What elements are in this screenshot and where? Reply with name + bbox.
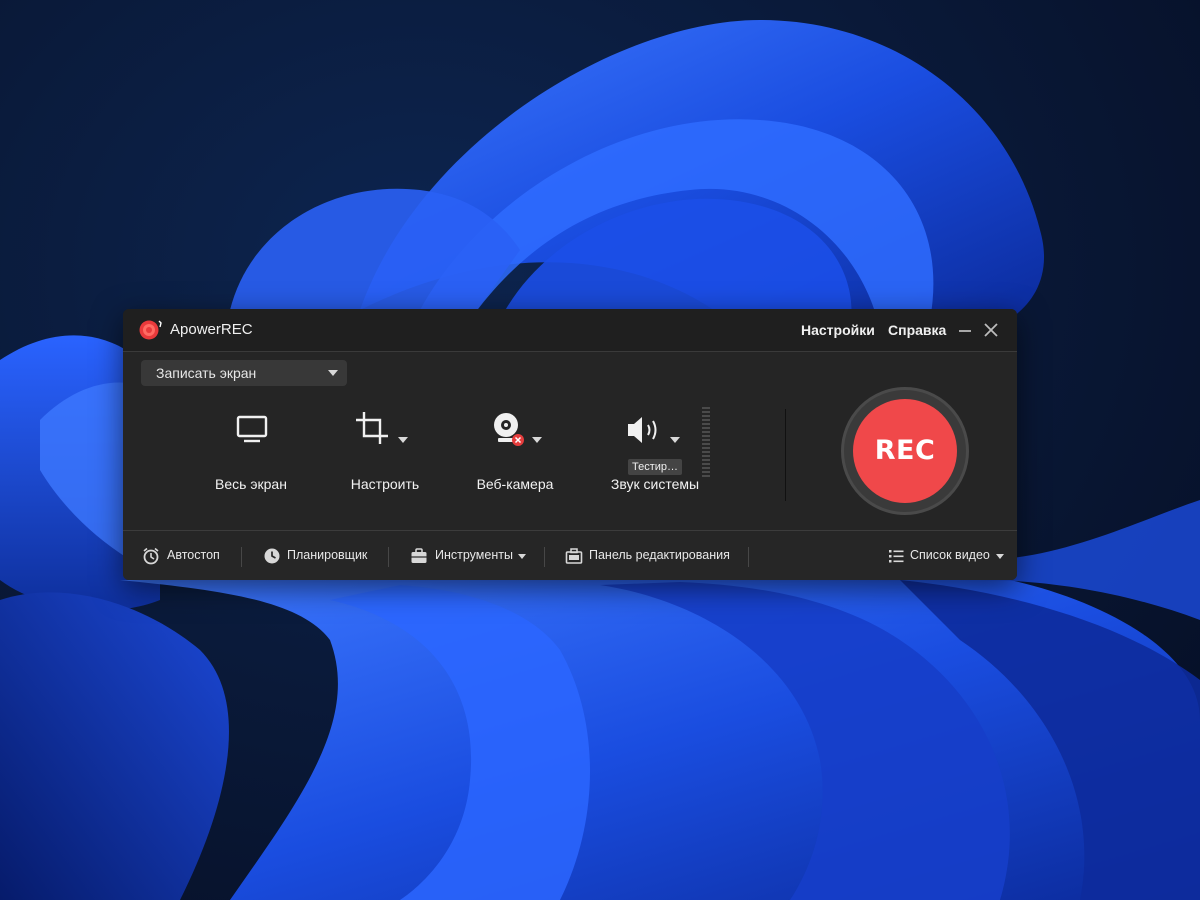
chevron-down-icon [996,554,1004,559]
settings-menu[interactable]: Настройки [801,322,875,338]
full-screen-button[interactable]: Весь экран [201,397,301,507]
scheduler-label: Планировщик [287,548,368,562]
webcam-dropdown-caret[interactable] [532,437,542,443]
app-title: ApowerREC [170,321,253,338]
help-menu[interactable]: Справка [888,322,946,338]
bottom-toolbar: Автостоп Планировщик Инструменты Панель … [123,530,1017,580]
edit-panel-label: Панель редактирования [589,548,730,562]
tools-label: Инструменты [435,548,513,562]
alarm-clock-icon [143,547,159,565]
webcam-label: Веб-камера [476,476,554,492]
full-screen-label: Весь экран [215,476,287,492]
chevron-down-icon [328,370,338,376]
record-mode-label: Записать экран [156,365,257,381]
list-icon [889,550,904,563]
autostop-button[interactable]: Автостоп [142,544,222,568]
record-mode-dropdown[interactable]: Записать экран [141,360,347,386]
scheduler-button[interactable]: Планировщик [263,544,368,568]
title-bar: ApowerREC Настройки Справка [123,309,1017,352]
crop-icon [356,412,388,444]
apowerrec-logo-icon [139,320,162,340]
minimize-icon[interactable] [954,319,976,341]
sound-dropdown-caret[interactable] [670,437,680,443]
monitor-icon [236,415,268,443]
autostop-label: Автостоп [167,548,220,562]
system-sound-button[interactable]: Звук системы [598,397,712,507]
webcam-icon [494,413,524,446]
audio-level-meter [702,407,710,477]
clock-icon [264,548,280,564]
sound-test-tooltip: Тестир… [628,459,683,475]
toolbar-separator [241,547,242,567]
toolbox-icon [411,548,427,563]
webcam-button[interactable]: Веб-камера [460,397,570,507]
apowerrec-window: ApowerREC Настройки Справка Записать экр… [123,309,1017,580]
toolbar-separator [748,547,749,567]
tools-menu[interactable]: Инструменты [410,544,528,568]
close-icon[interactable] [980,319,1002,341]
toolbar-separator [544,547,545,567]
speaker-icon [628,417,657,443]
rec-button-label: REC [853,399,957,503]
custom-dropdown-caret[interactable] [398,437,408,443]
custom-region-label: Настроить [350,476,420,492]
chevron-down-icon [518,554,526,559]
briefcase-icon [565,548,583,564]
system-sound-label: Звук системы [610,476,700,492]
custom-region-button[interactable]: Настроить [335,397,435,507]
vertical-divider [785,409,786,501]
edit-panel-button[interactable]: Панель редактирования [565,544,730,568]
toolbar-separator [388,547,389,567]
video-list-label: Список видео [910,548,990,562]
rec-button[interactable]: REC [841,387,969,515]
video-list-button[interactable]: Список видео [888,544,1006,568]
